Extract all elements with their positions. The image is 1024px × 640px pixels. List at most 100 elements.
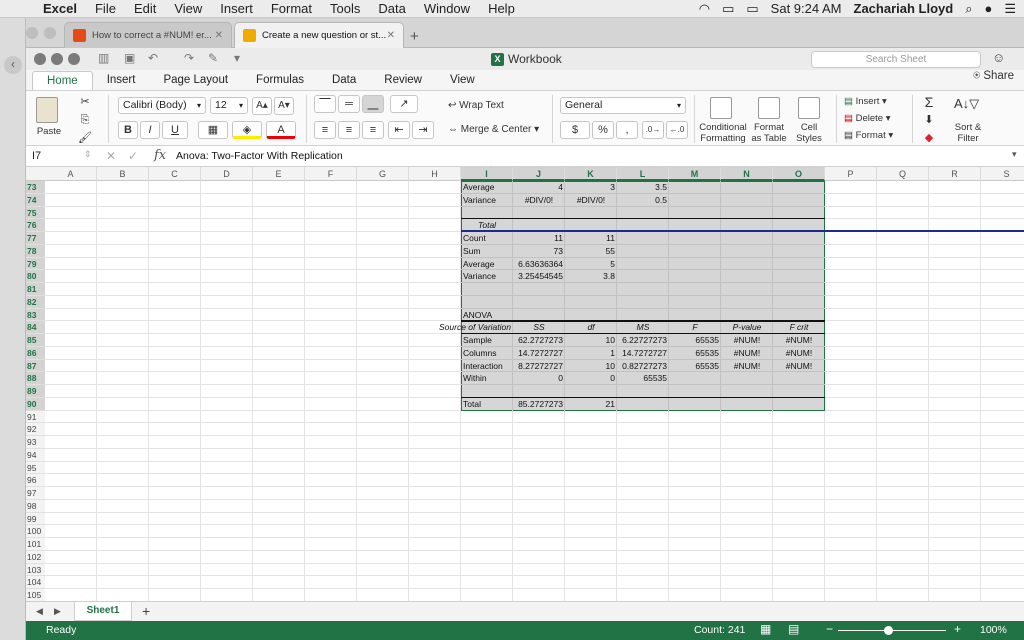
column-header[interactable]: Q [877, 167, 929, 181]
cell-K-15[interactable]: 0 [565, 372, 617, 384]
spotlight-icon[interactable]: ⌕ [965, 1, 972, 17]
cell-K-4[interactable]: 11 [565, 232, 617, 244]
tab-review[interactable]: Review [370, 71, 436, 90]
font-color-icon[interactable]: A [266, 121, 296, 139]
expand-formula-bar-icon[interactable]: ▾ [1012, 149, 1017, 160]
column-header[interactable]: B [97, 167, 149, 181]
tab-view[interactable]: View [436, 71, 489, 90]
cell-J-6[interactable]: 6.63636364 [513, 258, 565, 270]
menu-format[interactable]: Format [262, 1, 321, 16]
row-header[interactable]: 97 [26, 487, 45, 500]
account-icon[interactable]: ☺ [992, 50, 1005, 65]
cell-styles-icon[interactable] [798, 97, 820, 119]
cell-K-12[interactable]: 10 [565, 334, 617, 346]
column-header[interactable]: H [409, 167, 461, 181]
row-header[interactable]: 81 [26, 283, 45, 296]
close-tab-icon[interactable]: ✕ [215, 30, 223, 41]
row-header[interactable]: 82 [26, 295, 45, 309]
excel-zoom-icon[interactable] [68, 53, 80, 65]
cut-icon[interactable]: ✂ [76, 93, 94, 111]
column-header[interactable]: E [253, 167, 305, 181]
menu-insert[interactable]: Insert [211, 1, 262, 16]
browser-tab-1[interactable]: How to correct a #NUM! er... ✕ [64, 22, 232, 48]
cell-L-15[interactable]: 65535 [617, 372, 669, 384]
cell-J-7[interactable]: 3.25454545 [513, 270, 565, 282]
sheet-next-icon[interactable]: ▶ [54, 606, 61, 617]
insert-function-icon[interactable]: fx [154, 148, 166, 163]
bold-button[interactable]: B [118, 121, 138, 139]
cell-L-12[interactable]: 6.22727273 [617, 334, 669, 346]
sort-filter-icon[interactable]: A↓▽ [954, 95, 979, 113]
row-header[interactable]: 76 [26, 219, 45, 232]
row-header[interactable]: 94 [26, 448, 45, 462]
row-header[interactable]: 74 [26, 193, 45, 207]
save-icon[interactable]: ▣ [124, 51, 135, 65]
customize-qat-icon[interactable]: ▾ [234, 51, 240, 65]
cell-I-13[interactable]: Columns [461, 347, 513, 359]
copy-icon[interactable]: ⎘ [76, 111, 94, 129]
cell-I-14[interactable]: Interaction [461, 360, 513, 372]
column-header[interactable]: I [461, 167, 513, 181]
number-format-select[interactable]: General ▾ [560, 97, 686, 114]
row-header[interactable]: 92 [26, 423, 45, 436]
italic-button[interactable]: I [140, 121, 160, 139]
cell-K-6[interactable]: 5 [565, 258, 617, 270]
cell-M-11[interactable]: F [669, 321, 721, 333]
currency-button[interactable]: $ [560, 121, 590, 139]
name-box-stepper-icon[interactable]: ⇕ [84, 149, 92, 160]
align-center-icon[interactable]: ≡ [338, 121, 360, 139]
cell-K-0[interactable]: 3 [565, 181, 617, 193]
cell-N-14[interactable]: #NUM! [721, 360, 773, 372]
format-as-table-label[interactable]: Format as Table [748, 122, 790, 144]
cell-I-10[interactable]: ANOVA [461, 309, 513, 321]
align-right-icon[interactable]: ≡ [362, 121, 384, 139]
cell-K-7[interactable]: 3.8 [565, 270, 617, 282]
column-header[interactable]: R [929, 167, 981, 181]
percent-button[interactable]: % [592, 121, 614, 139]
cell-K-14[interactable]: 10 [565, 360, 617, 372]
cell-O-13[interactable]: #NUM! [773, 347, 825, 359]
row-header[interactable]: 86 [26, 346, 45, 360]
menu-data[interactable]: Data [369, 1, 414, 16]
align-left-icon[interactable]: ≡ [314, 121, 336, 139]
row-header[interactable]: 91 [26, 410, 45, 424]
align-top-icon[interactable]: ⎺ [314, 95, 336, 113]
cell-K-11[interactable]: df [565, 321, 617, 333]
menu-edit[interactable]: Edit [125, 1, 165, 16]
cell-O-11[interactable]: F crit [773, 321, 825, 333]
column-header[interactable]: D [201, 167, 253, 181]
sort-filter-label[interactable]: Sort & Filter [946, 122, 990, 144]
zoom-out-button[interactable]: − [826, 622, 833, 636]
format-cells-button[interactable]: ▤ Format ▾ [844, 127, 893, 145]
cell-J-12[interactable]: 62.2727273 [513, 334, 565, 346]
align-bottom-icon[interactable]: ⎽ [362, 95, 384, 113]
menu-view[interactable]: View [165, 1, 211, 16]
cell-M-13[interactable]: 65535 [669, 347, 721, 359]
excel-close-icon[interactable] [34, 53, 46, 65]
row-header[interactable]: 96 [26, 474, 45, 487]
cell-O-12[interactable]: #NUM! [773, 334, 825, 346]
tab-home[interactable]: Home [32, 71, 93, 90]
normal-view-icon[interactable]: ▦ [760, 622, 771, 636]
name-box[interactable]: I7 [32, 149, 92, 164]
decrease-indent-icon[interactable]: ⇤ [388, 121, 410, 139]
delete-cells-button[interactable]: ▤ Delete ▾ [844, 110, 891, 128]
menu-tools[interactable]: Tools [321, 1, 369, 16]
column-header[interactable]: A [45, 167, 97, 181]
cell-I-4[interactable]: Count [461, 232, 513, 244]
add-sheet-icon[interactable]: + [142, 603, 150, 619]
row-header[interactable]: 90 [26, 397, 45, 411]
cell-J-5[interactable]: 73 [513, 245, 565, 257]
cell-K-13[interactable]: 1 [565, 347, 617, 359]
increase-decimal-icon[interactable]: .0→ [642, 121, 664, 139]
autosum-icon[interactable]: Σ [920, 93, 938, 111]
comma-style-icon[interactable]: , [616, 121, 638, 139]
cell-O-14[interactable]: #NUM! [773, 360, 825, 372]
window-minimize-icon[interactable] [26, 27, 38, 39]
menu-app-name[interactable]: Excel [34, 1, 86, 16]
conditional-formatting-icon[interactable] [710, 97, 732, 119]
paste-icon[interactable] [36, 97, 58, 123]
menu-help[interactable]: Help [479, 1, 524, 16]
search-sheet-input[interactable]: Search Sheet [811, 51, 981, 68]
row-header[interactable]: 85 [26, 334, 45, 347]
